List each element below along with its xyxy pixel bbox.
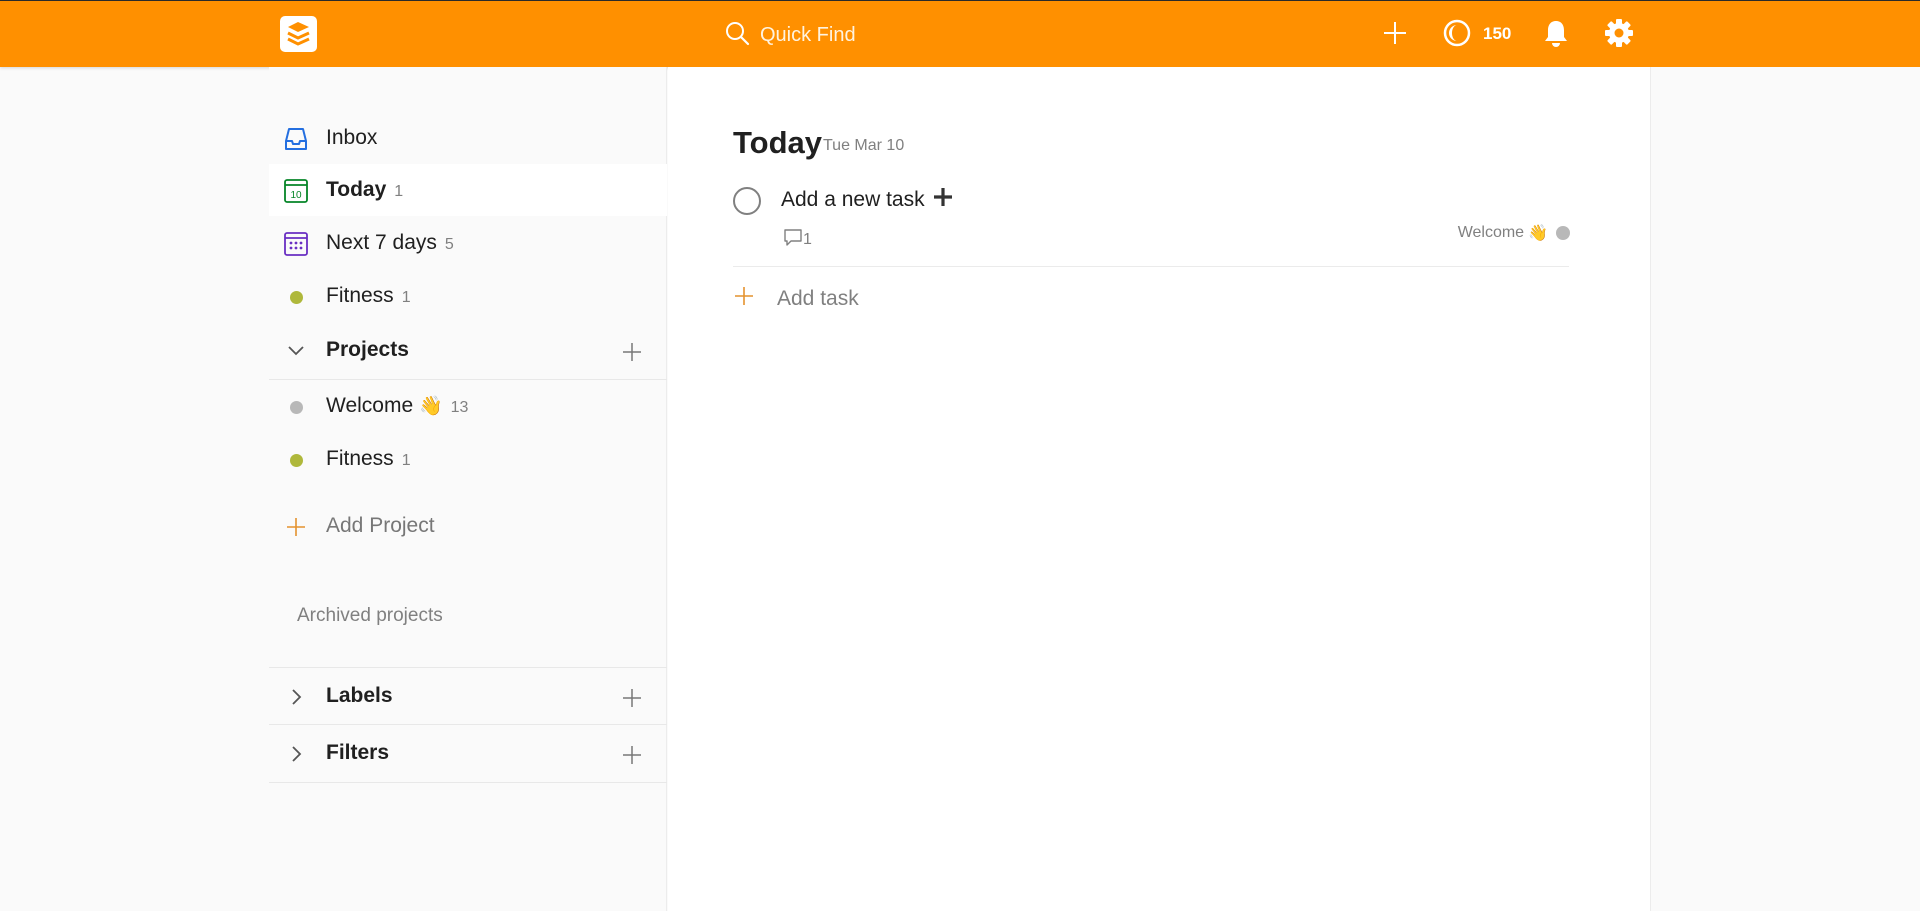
add-project-label: Add Project (326, 514, 435, 537)
sidebar-item-label: Next 7 days 5 (326, 231, 454, 254)
project-dot-icon (283, 447, 309, 473)
add-icon[interactable] (1381, 17, 1409, 54)
add-filter-icon[interactable] (621, 744, 643, 771)
labels-section-header[interactable]: Labels (269, 667, 667, 725)
sidebar-item-inbox[interactable]: Inbox (269, 112, 667, 164)
comment-icon (783, 228, 803, 251)
project-dot-icon (283, 284, 309, 310)
add-label-icon[interactable] (621, 687, 643, 714)
projects-header-label: Projects (326, 338, 409, 361)
projects-section-header[interactable]: Projects (269, 322, 667, 380)
sidebar-item-count: 1 (401, 289, 411, 306)
plus-icon (733, 285, 755, 312)
quick-find-search[interactable]: Quick Find (724, 19, 856, 51)
archived-projects-link[interactable]: Archived projects (297, 605, 443, 627)
sidebar-item-label: Fitness 1 (326, 284, 411, 307)
bell-icon[interactable] (1541, 17, 1571, 54)
sidebar-item-next-7-days[interactable]: Next 7 days 5 (269, 217, 667, 269)
chevron-right-icon[interactable] (283, 741, 309, 767)
task-comments[interactable]: 1 (783, 228, 812, 251)
plus-icon (283, 514, 309, 540)
comment-count: 1 (803, 230, 812, 248)
wave-emoji: 👋 (418, 396, 443, 417)
logo-icon[interactable] (280, 16, 317, 52)
chevron-down-icon[interactable] (283, 338, 309, 364)
today-calendar-icon: 10 (283, 178, 309, 204)
quick-find-placeholder[interactable]: Quick Find (760, 24, 856, 47)
sidebar-item-label: Today 1 (326, 178, 404, 201)
right-gutter (1650, 67, 1920, 911)
sidebar-item-count: 5 (444, 236, 454, 253)
sidebar-item-label: Welcome 👋 13 (326, 394, 469, 417)
sidebar-project-welcome[interactable]: Welcome 👋 13 (269, 380, 667, 432)
gear-icon[interactable] (1604, 17, 1634, 54)
sidebar-item-count: 13 (450, 399, 469, 416)
sidebar-item-today[interactable]: 10 Today 1 (269, 164, 667, 216)
sidebar-item-count: 1 (401, 452, 411, 469)
search-icon (724, 20, 750, 51)
upcoming-calendar-icon (283, 231, 309, 257)
sidebar-item-label: Inbox (326, 126, 378, 149)
labels-header-label: Labels (326, 684, 393, 707)
svg-text:10: 10 (290, 190, 302, 201)
plus-glyph-icon (933, 187, 953, 213)
karma-icon[interactable] (1442, 17, 1472, 54)
sidebar-item-count: 1 (394, 183, 404, 200)
sidebar-nav: Inbox 10 Today 1 Next 7 days 5 Fitness 1… (269, 67, 667, 911)
task-project-name: Welcome (1457, 224, 1525, 241)
project-dot-icon (283, 394, 309, 420)
chevron-right-icon[interactable] (283, 684, 309, 710)
sidebar-project-fitness[interactable]: Fitness 1 (269, 433, 667, 485)
task-project-tag[interactable]: Welcome 👋 (1458, 223, 1570, 243)
sidebar-item-fitness-favorite[interactable]: Fitness 1 (269, 270, 667, 322)
filters-header-label: Filters (326, 741, 390, 764)
inbox-icon (283, 126, 309, 152)
task-divider (733, 266, 1569, 267)
top-bar: Quick Find 150 (0, 0, 1920, 67)
karma-count[interactable]: 150 (1483, 24, 1511, 44)
task-complete-checkbox[interactable] (733, 187, 761, 215)
add-task-button[interactable]: Add task (733, 285, 859, 312)
sidebar-item-label: Fitness 1 (326, 447, 411, 470)
project-dot-icon (1556, 226, 1570, 240)
add-project-button[interactable]: Add Project (269, 500, 667, 552)
page-date: Tue Mar 10 (823, 137, 905, 154)
add-task-label: Add task (777, 286, 859, 310)
task-content[interactable]: Add a new task (781, 187, 953, 213)
page-title: Today (733, 125, 822, 160)
main-content: Today Tue Mar 10 Add a new task 1 Welcom… (668, 67, 1650, 911)
filters-section-header[interactable]: Filters (269, 725, 667, 783)
add-project-icon[interactable] (621, 341, 643, 368)
wave-emoji: 👋 (1528, 225, 1548, 242)
